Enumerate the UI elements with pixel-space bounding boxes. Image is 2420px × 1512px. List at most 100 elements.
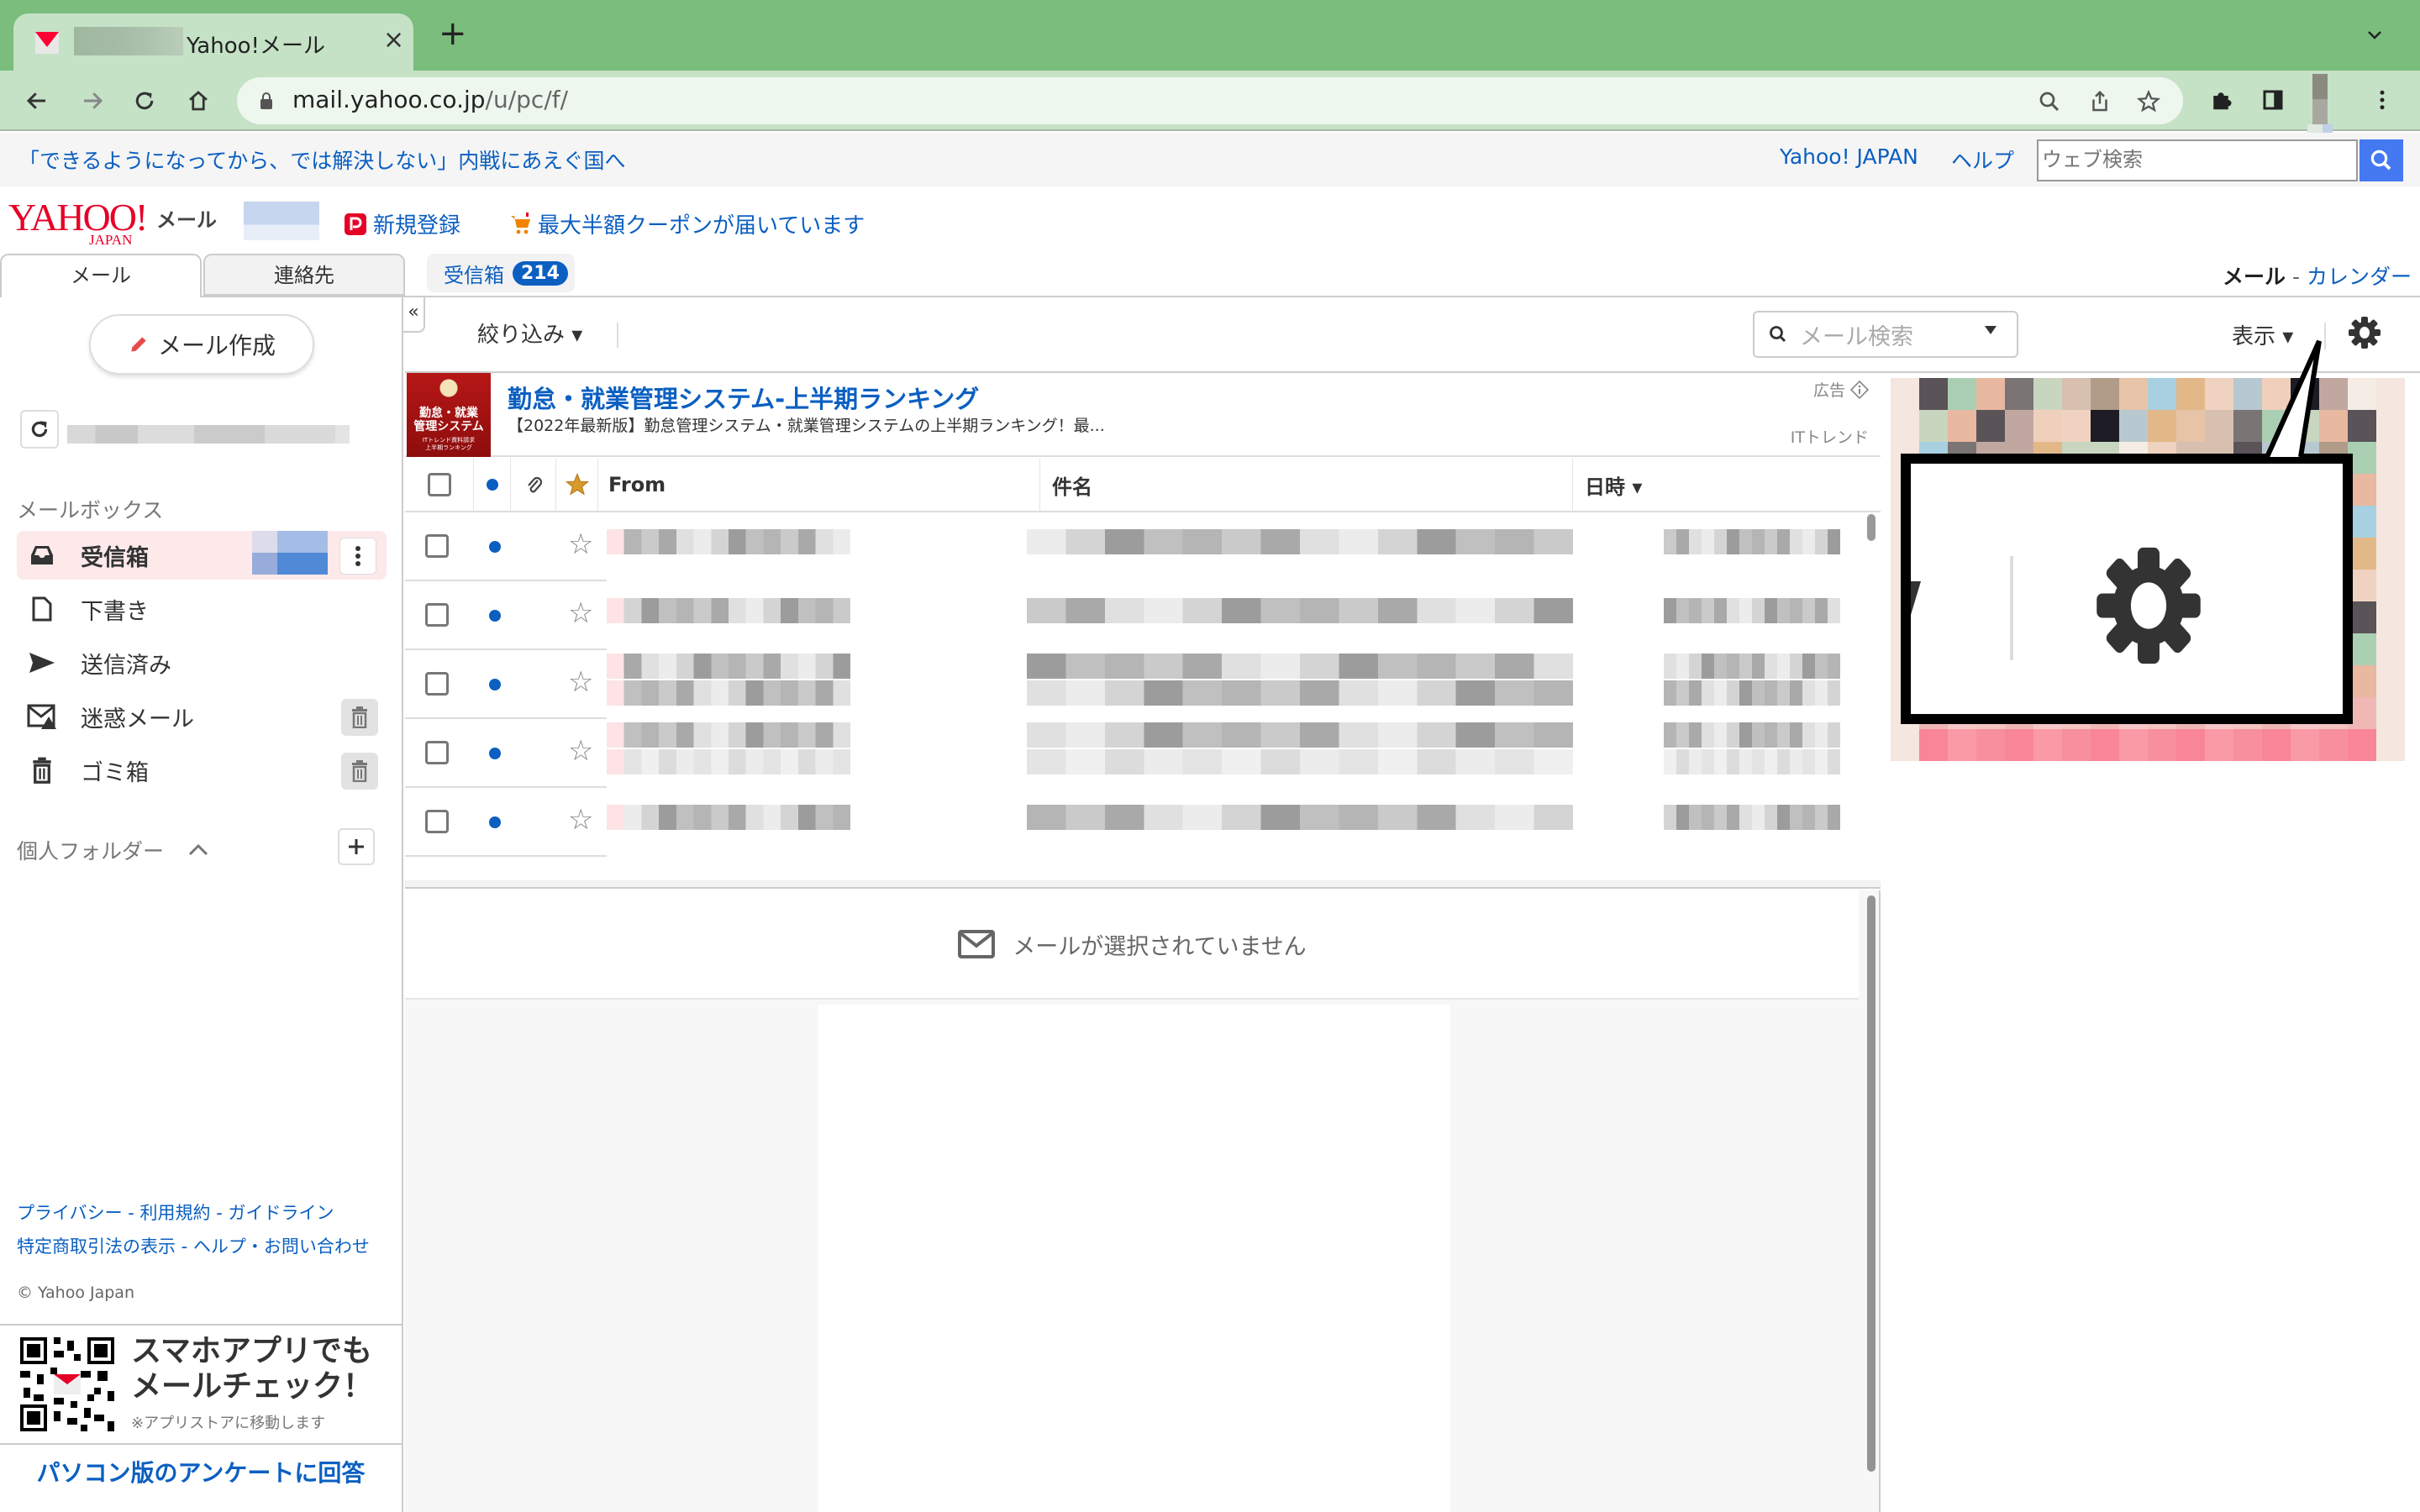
app-promo-banner[interactable]: スマホアプリでも メールチェック！ ※アプリストアに移動します	[0, 1324, 402, 1445]
column-subject[interactable]: 件名	[1040, 459, 1573, 511]
url-text[interactable]: mail.yahoo.co.jp/u/pc/f/	[292, 86, 568, 113]
star-column[interactable]	[556, 459, 598, 511]
redacted-date	[1664, 680, 1840, 706]
column-date[interactable]: 日時 ▾	[1573, 459, 1881, 511]
folder-trash[interactable]: ゴミ箱	[17, 746, 387, 795]
coupon-link[interactable]: 最大半額クーポンが届いています	[509, 208, 865, 239]
calendar-link[interactable]: カレンダー	[2307, 265, 2412, 289]
browser-menu-kebab-icon[interactable]	[2370, 87, 2395, 113]
unread-dot-icon[interactable]	[489, 541, 501, 553]
collapse-sidebar-button[interactable]: «	[403, 297, 425, 333]
ad-title[interactable]: 勤怠・就業管理システム-上半期ランキング	[508, 380, 979, 415]
commerce-law-link[interactable]: 特定商取引法の表示	[17, 1236, 176, 1257]
yahoo-mail-logo[interactable]: YAHOO! JAPAN メール	[8, 198, 217, 249]
help-link[interactable]: ヘルプ	[1951, 144, 2014, 175]
forward-arrow-icon	[84, 92, 103, 109]
row-checkbox[interactable]	[425, 741, 449, 764]
bookmark-star-icon[interactable]	[2136, 89, 2161, 114]
ad-label[interactable]: 広告	[1813, 378, 1869, 401]
inbox-unread-chip[interactable]: 受信箱 214	[427, 254, 575, 292]
spam-icon	[27, 701, 57, 732]
filter-dropdown[interactable]: 絞り込み ▾	[477, 318, 582, 349]
terms-link[interactable]: 利用規約	[140, 1203, 211, 1223]
folder-spam[interactable]: 迷惑メール	[17, 692, 387, 741]
row-checkbox[interactable]	[425, 810, 449, 833]
star-toggle-icon[interactable]: ☆	[568, 803, 593, 837]
empty-trash-button[interactable]	[341, 753, 378, 790]
mail-row[interactable]: ☆	[405, 512, 1864, 581]
unread-dot-icon[interactable]	[489, 610, 501, 622]
unread-count-badge: 214	[513, 260, 568, 286]
star-toggle-icon[interactable]: ☆	[568, 528, 593, 561]
redacted-date	[1664, 529, 1840, 554]
news-headline-link[interactable]: 「できるようになってから、では解決しない」内戦にあえぐ国へ	[18, 144, 626, 175]
extensions-puzzle-icon[interactable]	[2208, 87, 2233, 113]
tab-close-button[interactable]: ×	[383, 25, 404, 55]
mail-search-box[interactable]: メール検索	[1753, 311, 2018, 358]
mail-row[interactable]: ☆	[405, 788, 1864, 857]
star-filled-icon	[565, 472, 589, 496]
yahoo-japan-link[interactable]: Yahoo! JAPAN	[1780, 144, 1918, 169]
account-name-redacted	[244, 202, 319, 240]
mail-row[interactable]: ☆	[405, 581, 1864, 650]
empty-spam-button[interactable]	[341, 699, 378, 736]
select-all-checkbox[interactable]	[427, 473, 451, 496]
new-tab-button[interactable]: +	[439, 17, 467, 50]
row-checkbox[interactable]	[425, 672, 449, 696]
ad-source: ITトレンド	[1790, 428, 1869, 447]
folder-sent[interactable]: 送信済み	[17, 638, 387, 687]
privacy-link[interactable]: プライバシー	[17, 1203, 123, 1223]
trash-icon	[27, 755, 57, 785]
redacted-subj	[1027, 680, 1573, 706]
tab-mail[interactable]: メール	[0, 254, 202, 297]
unread-column[interactable]	[474, 459, 511, 511]
folder-label: ゴミ箱	[81, 759, 149, 786]
share-icon[interactable]	[2087, 89, 2112, 114]
survey-link[interactable]: パソコン版のアンケートに回答	[0, 1455, 402, 1488]
star-toggle-icon[interactable]: ☆	[568, 734, 593, 768]
address-bar[interactable]: mail.yahoo.co.jp/u/pc/f/	[237, 77, 2183, 124]
search-options-dropdown-icon[interactable]	[1983, 324, 1998, 336]
folder-menu-button[interactable]	[339, 538, 376, 575]
help-contact-link[interactable]: ヘルプ・お問い合わせ	[193, 1236, 370, 1257]
tab-search-chevron-icon[interactable]	[2365, 25, 2385, 45]
browser-tab[interactable]: Yahoo!メール ×	[13, 13, 413, 71]
sponsored-ad[interactable]: 勤怠・就業 管理システム ITトレンド資料請求 上半期ランキング 勤怠・就業管理シス…	[405, 373, 1881, 457]
unread-dot-icon[interactable]	[489, 816, 501, 828]
unread-dot-icon[interactable]	[489, 748, 501, 759]
attachment-column[interactable]	[511, 459, 556, 511]
add-folder-button[interactable]	[338, 828, 375, 865]
settings-gear-callout	[1901, 454, 2353, 724]
preview-scrollbar[interactable]	[1867, 895, 1876, 1472]
plus-icon	[349, 839, 364, 854]
current-app-label: メール	[2223, 265, 2286, 289]
web-search-button[interactable]	[2360, 139, 2403, 181]
star-toggle-icon[interactable]: ☆	[568, 665, 593, 699]
forward-button[interactable]	[76, 84, 109, 118]
zoom-search-icon[interactable]	[2037, 89, 2062, 114]
star-toggle-icon[interactable]: ☆	[568, 596, 593, 630]
mail-list-scrollbar[interactable]	[1867, 514, 1876, 541]
side-panel-icon[interactable]	[2260, 87, 2286, 113]
row-checkbox[interactable]	[425, 603, 449, 627]
home-button[interactable]	[182, 84, 215, 118]
personal-folders-toggle[interactable]: 個人フォルダー	[17, 835, 209, 865]
back-button[interactable]	[20, 84, 54, 118]
mail-row[interactable]: ☆	[405, 650, 1864, 719]
reload-button[interactable]	[128, 84, 161, 118]
folder-inbox[interactable]: 受信箱	[17, 531, 387, 580]
signup-link[interactable]: 新規登録	[345, 208, 460, 239]
tab-contacts[interactable]: 連絡先	[203, 254, 405, 296]
link-separator: -	[210, 1203, 229, 1223]
column-from[interactable]: From	[598, 459, 1040, 511]
refresh-button[interactable]	[20, 410, 59, 449]
guidelines-link[interactable]: ガイドライン	[228, 1203, 334, 1223]
web-search-input[interactable]	[2037, 139, 2358, 181]
mail-row[interactable]: ☆	[405, 719, 1864, 788]
unread-dot-icon[interactable]	[489, 679, 501, 690]
row-checkbox[interactable]	[425, 534, 449, 558]
qr-code-icon	[20, 1337, 114, 1431]
folder-drafts[interactable]: 下書き	[17, 585, 387, 633]
compose-button[interactable]: メール作成	[89, 314, 314, 375]
settings-gear-icon[interactable]	[2348, 316, 2381, 349]
